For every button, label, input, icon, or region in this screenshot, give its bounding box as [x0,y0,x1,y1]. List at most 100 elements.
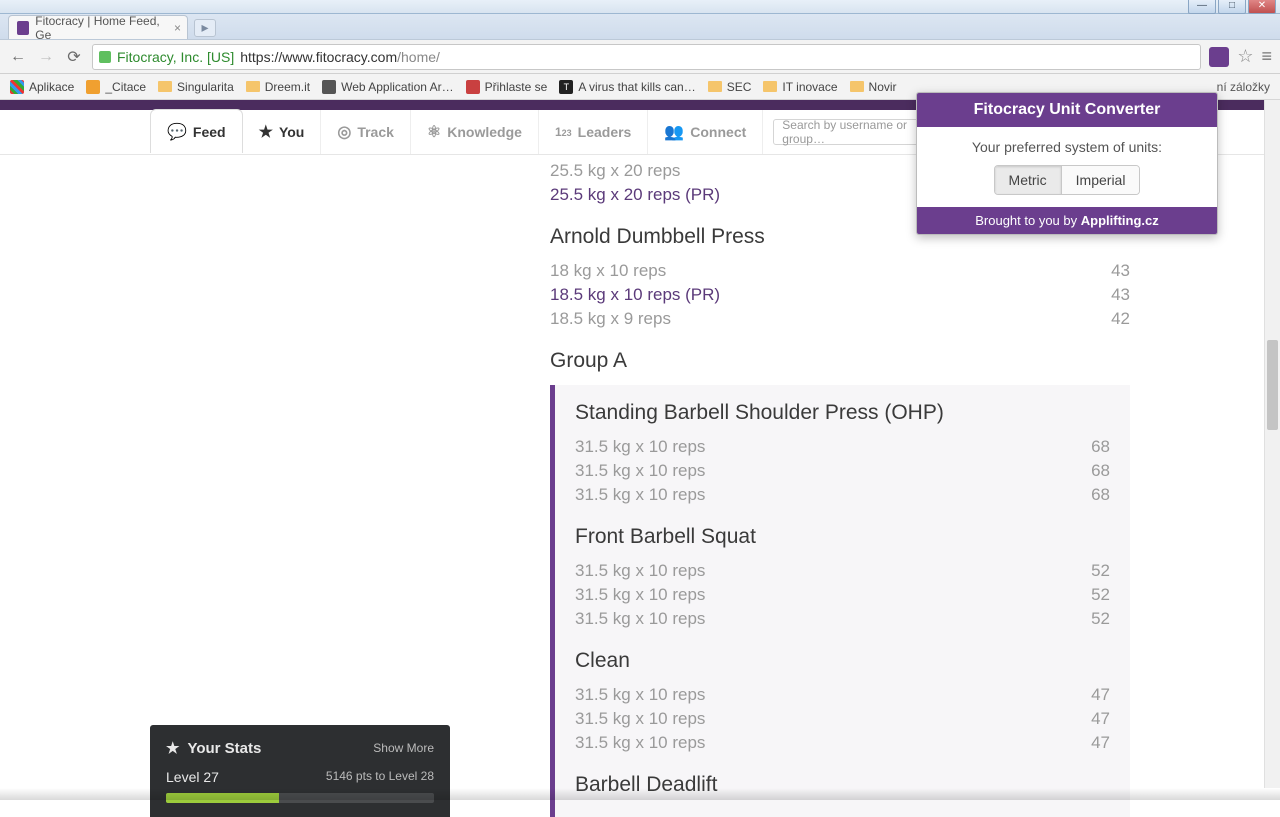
window-maximize-button[interactable]: □ [1218,0,1246,14]
set-points: 47 [1091,709,1110,729]
nav-label: Track [357,124,394,140]
people-icon: 👥 [664,122,684,142]
browser-toolbar: ← → ⟳ Fitocracy, Inc. [US] https://www.f… [0,40,1280,74]
nav-feed[interactable]: 💬 Feed [150,109,243,153]
nav-label: Feed [193,124,226,140]
set-text: 25.5 kg x 20 reps (PR) [550,185,720,205]
bookmark-label: Singularita [177,80,234,94]
bookmark-item[interactable]: IT inovace [763,80,837,94]
url-host: https://www.fitocracy.com [240,49,397,65]
bookmark-label: Přihlaste se [485,80,548,94]
target-icon: ◎ [337,122,351,142]
set-points: 68 [1091,485,1110,505]
bookmark-item[interactable]: T A virus that kills can… [559,80,695,94]
bookmark-item[interactable]: _Citace [86,80,146,94]
nav-label: Leaders [578,124,632,140]
bookmark-label: _Citace [105,80,146,94]
set-points: 52 [1091,561,1110,581]
window-titlebar: — □ ✕ [0,0,1280,14]
imperial-button[interactable]: Imperial [1061,166,1140,194]
metric-button[interactable]: Metric [995,166,1061,194]
set-points: 47 [1091,733,1110,753]
set-text: 18 kg x 10 reps [550,261,666,281]
nav-you[interactable]: ★You [243,110,322,154]
window-minimize-button[interactable]: — [1188,0,1216,14]
window-close-button[interactable]: ✕ [1248,0,1276,14]
bookmark-label: Web Application Ar… [341,80,454,94]
set-points: 68 [1091,437,1110,457]
new-tab-button[interactable]: ▸ [194,19,216,37]
exercise-title: Standing Barbell Shoulder Press (OHP) [575,401,1110,425]
set-text: 31.5 kg x 10 reps [575,485,705,505]
set-points: 43 [1111,285,1130,305]
set-points: 43 [1111,261,1130,281]
exercise-title: Clean [575,649,1110,673]
vertical-scrollbar[interactable] [1264,100,1280,788]
nav-track[interactable]: ◎ Track [321,110,411,154]
set-text: 31.5 kg x 10 reps [575,609,705,629]
bookmark-item[interactable]: Singularita [158,80,234,94]
lock-icon [99,51,111,63]
workout-group: Standing Barbell Shoulder Press (OHP) 31… [550,385,1130,817]
bookmark-favicon [86,80,100,94]
set-text: 31.5 kg x 10 reps [575,733,705,753]
set-text: 31.5 kg x 10 reps [575,585,705,605]
folder-icon [246,81,260,92]
address-bar[interactable]: Fitocracy, Inc. [US] https://www.fitocra… [92,44,1201,70]
leaders-icon: 123 [555,125,572,139]
chrome-menu-icon[interactable]: ≡ [1261,46,1272,67]
atom-icon: ⚛ [427,122,441,142]
folder-icon [158,81,172,92]
nav-connect[interactable]: 👥Connect [648,110,763,154]
url-path: /home/ [397,49,440,65]
nav-label: Knowledge [447,124,522,140]
bookmark-item[interactable]: SEC [708,80,752,94]
nav-leaders[interactable]: 123 Leaders [539,110,648,154]
bookmark-favicon [466,80,480,94]
popup-title: Fitocracy Unit Converter [917,93,1217,127]
bookmark-label: A virus that kills can… [578,80,695,94]
scrollbar-thumb[interactable] [1267,340,1278,430]
bookmark-item[interactable]: Dreem.it [246,80,310,94]
browser-tab-active[interactable]: Fitocracy | Home Feed, Ge × [8,15,188,39]
chat-icon: 💬 [167,122,187,142]
bookmark-favicon [322,80,336,94]
footer-link[interactable]: Applifting.cz [1081,213,1159,228]
back-button[interactable]: ← [8,48,28,66]
set-points: 68 [1091,461,1110,481]
apps-shortcut[interactable]: Aplikace [10,80,74,94]
tab-close-icon[interactable]: × [174,21,181,35]
set-points: 42 [1111,309,1130,329]
set-text: 31.5 kg x 10 reps [575,709,705,729]
show-more-link[interactable]: Show More [373,741,434,755]
set-text: 18.5 kg x 10 reps (PR) [550,285,720,305]
popup-footer: Brought to you by Applifting.cz [917,207,1217,234]
other-bookmarks[interactable]: ní záložky [1217,80,1270,94]
reload-button[interactable]: ⟳ [64,47,84,67]
bookmark-label: Novir [869,80,897,94]
folder-icon [708,81,722,92]
set-text: 31.5 kg x 10 reps [575,561,705,581]
footer-text: Brought to you by [975,213,1081,228]
browser-tabstrip: Fitocracy | Home Feed, Ge × ▸ [0,14,1280,40]
extension-popup: Fitocracy Unit Converter Your preferred … [916,92,1218,235]
bookmark-item[interactable]: Web Application Ar… [322,80,454,94]
apps-label: Aplikace [29,80,74,94]
bookmark-label: IT inovace [782,80,837,94]
folder-icon [850,81,864,92]
set-text: 31.5 kg x 10 reps [575,461,705,481]
bookmark-favicon: T [559,80,573,94]
set-points: 47 [1091,685,1110,705]
bookmark-item[interactable]: Přihlaste se [466,80,548,94]
folder-icon [763,81,777,92]
bookmark-star-icon[interactable]: ☆ [1237,46,1253,67]
bottom-edge-shadow [0,788,1280,800]
extension-icon[interactable] [1209,47,1229,67]
star-icon: ★ [166,739,179,757]
bookmark-item[interactable]: Novir [850,80,897,94]
nav-knowledge[interactable]: ⚛ Knowledge [411,110,539,154]
workout-feed: 25.5 kg x 20 reps 25.5 kg x 20 reps (PR)… [470,155,1130,817]
star-icon: ★ [259,122,273,142]
set-text: 31.5 kg x 10 reps [575,437,705,457]
level-label: Level 27 [166,769,219,785]
